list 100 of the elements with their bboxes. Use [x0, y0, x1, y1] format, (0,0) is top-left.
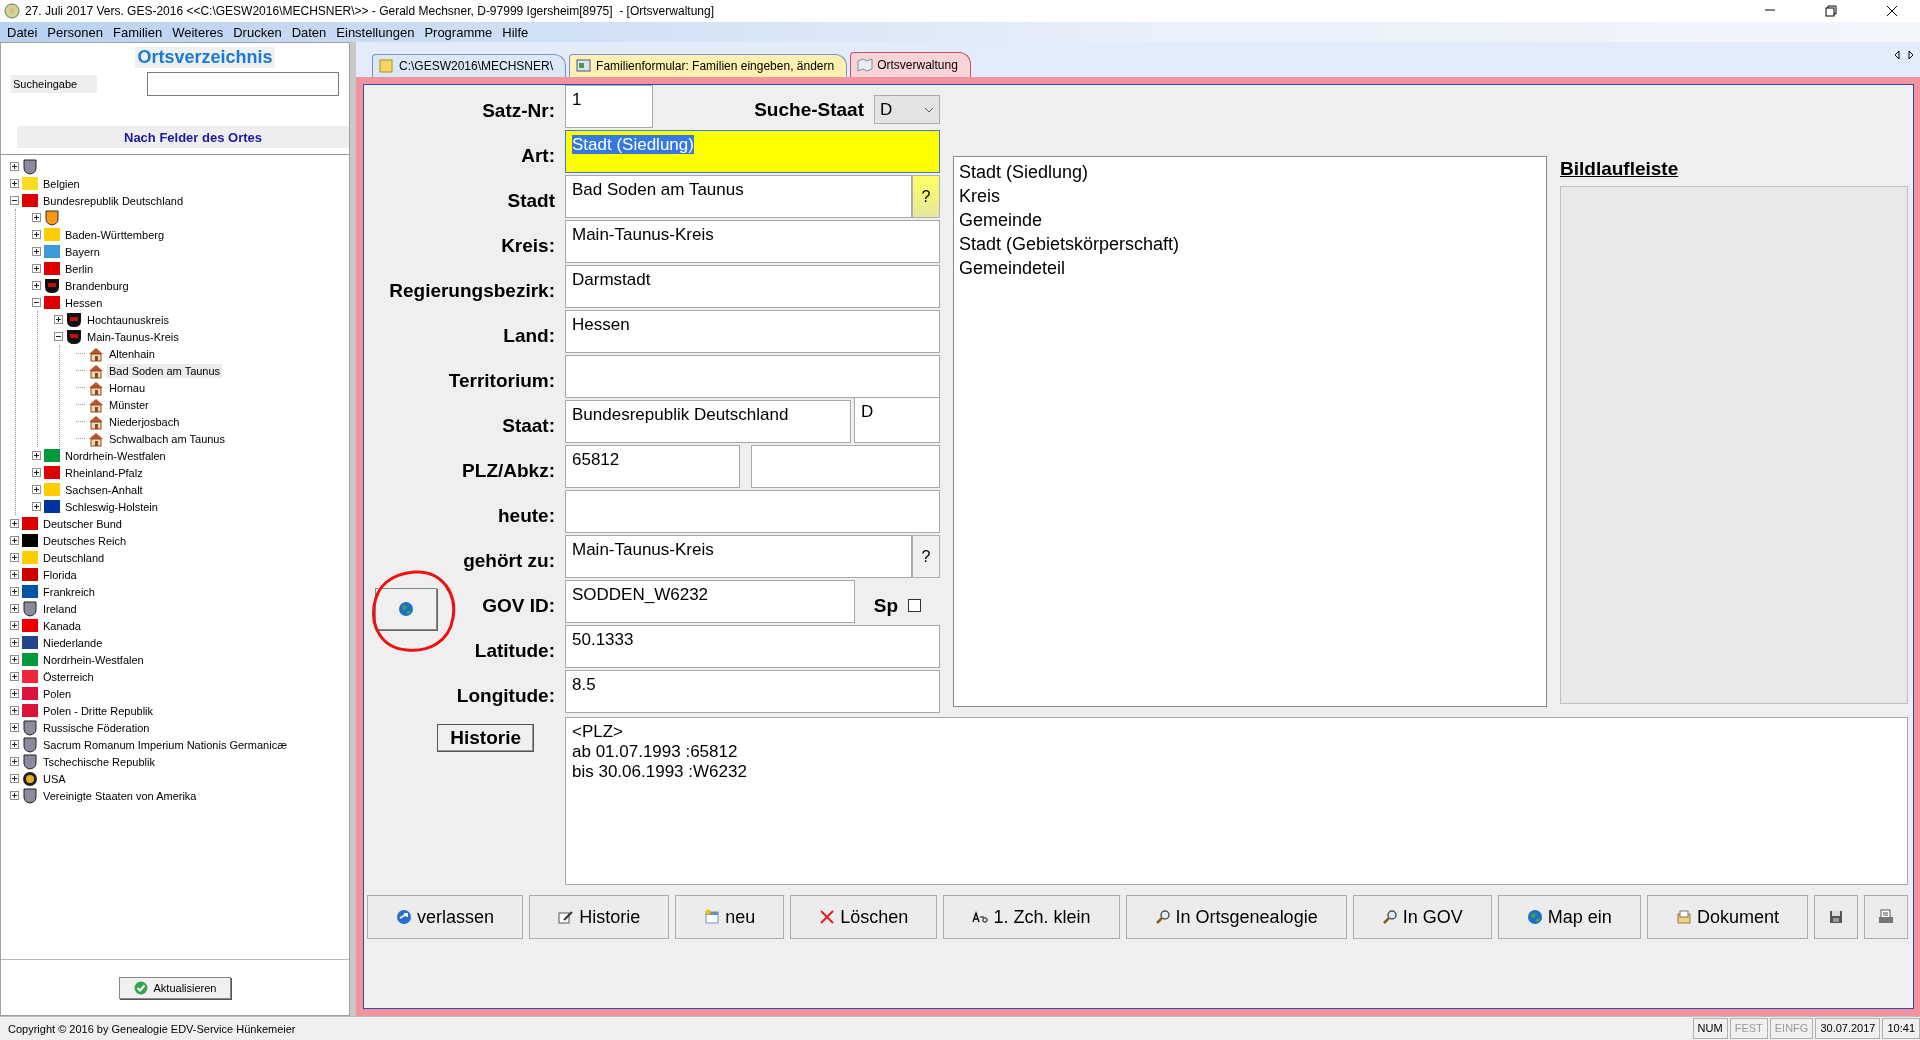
- expand-toggle[interactable]: [10, 689, 19, 698]
- expand-toggle[interactable]: [32, 502, 41, 511]
- search-field[interactable]: [147, 72, 339, 96]
- tree-item[interactable]: Sachsen-Anhalt: [63, 482, 145, 497]
- action-button[interactable]: neu: [675, 895, 785, 939]
- list-item[interactable]: Stadt (Siedlung): [958, 160, 1090, 184]
- menu-item[interactable]: Personen: [42, 24, 108, 40]
- expand-toggle[interactable]: [10, 638, 19, 647]
- lookup-button[interactable]: ?: [912, 535, 940, 578]
- tree-item[interactable]: Frankreich: [41, 584, 97, 599]
- expand-toggle[interactable]: [32, 468, 41, 477]
- expand-toggle[interactable]: [32, 213, 41, 222]
- expand-toggle[interactable]: [32, 230, 41, 239]
- expand-toggle[interactable]: [10, 536, 19, 545]
- action-button[interactable]: In Ortsgenealogie: [1125, 895, 1347, 939]
- menu-item[interactable]: Hilfe: [497, 24, 534, 40]
- tree-item[interactable]: Hochtaunuskreis: [85, 312, 171, 327]
- history-memo[interactable]: <PLZ> ab 01.07.1993 :65812 bis 30.06.1993 :W6232: [565, 717, 1908, 885]
- menu-item[interactable]: Einstellungen: [331, 24, 420, 40]
- tree-item[interactable]: Münster: [107, 397, 151, 412]
- tab[interactable]: Ortsverwaltung: [850, 52, 971, 77]
- text-field[interactable]: 8.5: [565, 670, 940, 713]
- expand-toggle[interactable]: [10, 553, 19, 562]
- refresh-button[interactable]: Aktualisieren: [118, 976, 232, 999]
- text-field[interactable]: [751, 445, 940, 488]
- tree-item[interactable]: Ireland: [41, 601, 79, 616]
- print-button[interactable]: [1864, 895, 1908, 939]
- tree-item[interactable]: Schleswig-Holstein: [63, 499, 160, 514]
- tree-item[interactable]: Belgien: [41, 176, 82, 191]
- list-item[interactable]: Gemeindeteil: [958, 256, 1067, 280]
- text-field[interactable]: 1: [565, 85, 653, 128]
- expand-toggle[interactable]: [10, 162, 19, 171]
- expand-toggle[interactable]: [10, 723, 19, 732]
- expand-toggle[interactable]: [10, 774, 19, 783]
- expand-toggle[interactable]: [10, 570, 19, 579]
- text-field[interactable]: SODDEN_W6232: [565, 580, 855, 623]
- tree-item[interactable]: Bad Soden am Taunus: [107, 363, 223, 378]
- type-list[interactable]: Stadt (Siedlung) Kreis Gemeinde Stadt (Gebietskörperschaft) Gemeindeteil: [953, 156, 1547, 707]
- tree-item[interactable]: Vereinigte Staaten von Amerika: [41, 788, 199, 803]
- list-item[interactable]: Gemeinde: [958, 208, 1044, 232]
- tree-item[interactable]: Österreich: [41, 669, 96, 684]
- tree-item[interactable]: Bundesrepublik Deutschland: [41, 193, 186, 208]
- expand-toggle[interactable]: [54, 332, 63, 341]
- expand-toggle[interactable]: [10, 791, 19, 800]
- expand-toggle[interactable]: [10, 672, 19, 681]
- text-field[interactable]: Main-Taunus-Kreis: [565, 220, 940, 263]
- expand-toggle[interactable]: [32, 264, 41, 273]
- expand-toggle[interactable]: [10, 519, 19, 528]
- tree-item[interactable]: Schwalbach am Taunus: [107, 431, 227, 446]
- tree-item[interactable]: Polen - Dritte Republik: [41, 703, 156, 718]
- text-field[interactable]: Bundesrepublik Deutschland: [565, 400, 851, 443]
- text-field[interactable]: 65812: [565, 445, 740, 488]
- menu-item[interactable]: Drucken: [228, 24, 287, 40]
- text-field[interactable]: [565, 355, 940, 398]
- tree-item[interactable]: Rheinland-Pfalz: [63, 465, 145, 480]
- text-field[interactable]: Stadt (Siedlung): [565, 130, 940, 173]
- expand-toggle[interactable]: [10, 179, 19, 188]
- history-button[interactable]: Historie: [437, 724, 534, 752]
- lookup-button[interactable]: ?: [912, 175, 940, 218]
- expand-toggle[interactable]: [10, 587, 19, 596]
- text-field[interactable]: Hessen: [565, 310, 940, 353]
- action-button[interactable]: Map ein: [1497, 895, 1641, 939]
- text-field[interactable]: [565, 490, 940, 533]
- text-field[interactable]: Bad Soden am Taunus: [565, 175, 912, 218]
- expand-toggle[interactable]: [32, 485, 41, 494]
- expand-toggle[interactable]: [10, 706, 19, 715]
- action-button[interactable]: In GOV: [1352, 895, 1492, 939]
- menu-item[interactable]: Weiteres: [167, 24, 229, 40]
- expand-toggle[interactable]: [10, 196, 19, 205]
- close-icon[interactable]: [1885, 4, 1899, 18]
- tree-item[interactable]: Tschechische Republik: [41, 754, 157, 769]
- tree-item[interactable]: Niederjosbach: [107, 414, 182, 429]
- action-button[interactable]: Dokument: [1646, 895, 1808, 939]
- text-field[interactable]: Darmstadt: [565, 265, 940, 308]
- tree-item[interactable]: Deutsches Reich: [41, 533, 129, 548]
- scroll-left-icon[interactable]: [1894, 50, 1900, 60]
- expand-toggle[interactable]: [32, 451, 41, 460]
- list-item[interactable]: Kreis: [958, 184, 1001, 208]
- action-button[interactable]: Löschen: [790, 895, 938, 939]
- tree-item[interactable]: Berlin: [63, 261, 96, 276]
- tree-item[interactable]: Hornau: [107, 380, 148, 395]
- action-button[interactable]: 1. Zch. klein: [943, 895, 1120, 939]
- tree-item[interactable]: Altenhain: [107, 346, 157, 361]
- menu-item[interactable]: Datei: [2, 24, 43, 40]
- text-field[interactable]: Main-Taunus-Kreis: [565, 535, 912, 578]
- expand-toggle[interactable]: [32, 281, 41, 290]
- tree-item[interactable]: Deutscher Bund: [41, 516, 124, 531]
- expand-toggle[interactable]: [32, 298, 41, 307]
- tree-item[interactable]: USA: [41, 771, 68, 786]
- tree-item[interactable]: Brandenburg: [63, 278, 131, 293]
- expand-toggle[interactable]: [10, 757, 19, 766]
- tree-item[interactable]: Florida: [41, 567, 79, 582]
- scroll-right-icon[interactable]: [1908, 50, 1914, 60]
- tree-item[interactable]: Hessen: [63, 295, 105, 310]
- checkbox[interactable]: [908, 599, 922, 612]
- expand-toggle[interactable]: [10, 740, 19, 749]
- tab[interactable]: C:\GESW2016\MECHSNER\: [372, 54, 567, 77]
- tree-item[interactable]: Polen: [41, 686, 74, 701]
- list-item[interactable]: Stadt (Gebietskörperschaft): [958, 232, 1181, 256]
- action-button[interactable]: verlassen: [367, 895, 524, 939]
